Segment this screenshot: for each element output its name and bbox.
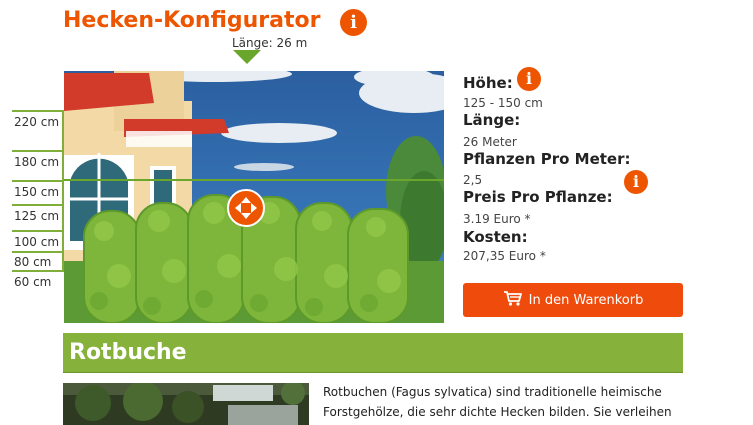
scale-label-125: 125 cm — [14, 209, 60, 223]
hedge-height-line — [64, 179, 444, 181]
scale-label-180: 180 cm — [14, 155, 60, 169]
scale-tick — [12, 180, 64, 182]
scale-tick — [12, 251, 64, 253]
scale-label-150: 150 cm — [14, 185, 60, 199]
length-indicator-label: Länge: 26 m — [232, 36, 308, 50]
cart-icon — [503, 290, 523, 310]
length-label: Länge: — [463, 111, 521, 129]
product-photo — [63, 383, 309, 425]
price-per-plant-value: 3.19 Euro * — [463, 212, 531, 226]
scale-label-80: 80 cm — [14, 255, 52, 269]
height-value: 125 - 150 cm — [463, 96, 543, 110]
cost-label: Kosten: — [463, 228, 528, 246]
hedge-configurator-page: Hecken-Konfigurator i Länge: 26 m 220 cm… — [0, 0, 753, 425]
product-description: Rotbuchen (Fagus sylvatica) sind traditi… — [323, 385, 672, 419]
scale-label-100: 100 cm — [14, 235, 60, 249]
product-section-header: Rotbuche — [63, 333, 683, 373]
scale-tick — [12, 150, 64, 152]
plants-per-meter-label: Pflanzen Pro Meter: — [463, 150, 631, 168]
scale-tick — [12, 204, 64, 206]
scale-label-60: 60 cm — [14, 275, 52, 289]
add-to-cart-label: In den Warenkorb — [528, 292, 644, 308]
height-drag-handle[interactable] — [227, 189, 265, 227]
scale-tick — [12, 230, 64, 232]
product-name: Rotbuche — [69, 340, 187, 365]
length-value: 26 Meter — [463, 135, 517, 149]
cost-value: 207,35 Euro * — [463, 249, 546, 263]
add-to-cart-button[interactable]: In den Warenkorb — [463, 283, 683, 317]
move-arrows-icon — [235, 197, 257, 219]
scale-label-220: 220 cm — [14, 115, 60, 129]
scale-tick — [12, 110, 64, 112]
page-title: Hecken-Konfigurator — [63, 8, 321, 33]
height-info-icon[interactable]: i — [517, 67, 541, 91]
length-marker-arrow — [233, 50, 261, 64]
plants-per-meter-value: 2,5 — [463, 173, 483, 187]
info-icon[interactable]: i — [340, 9, 367, 36]
scale-tick — [12, 270, 64, 272]
price-per-plant-label: Preis Pro Pflanze: — [463, 188, 613, 206]
height-label: Höhe: — [463, 74, 513, 92]
price-info-icon[interactable]: i — [624, 170, 648, 194]
